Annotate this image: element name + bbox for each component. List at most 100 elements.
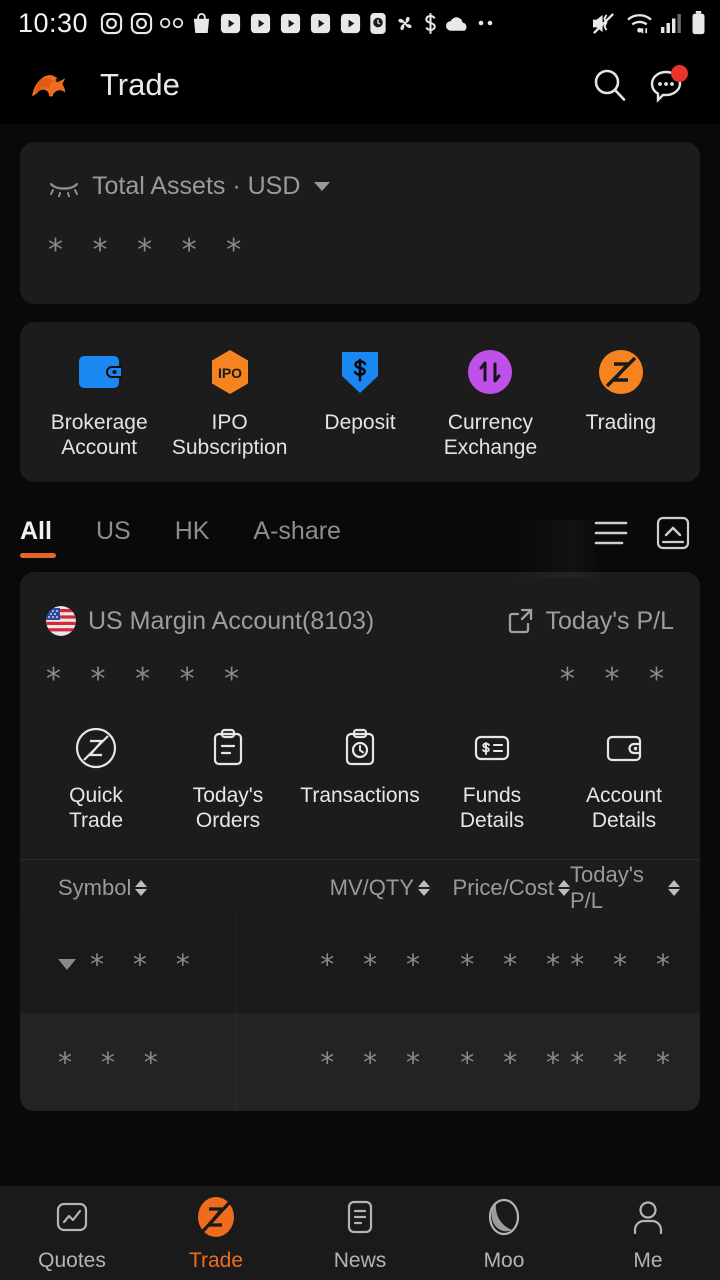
bottom-navigation: Quotes Trade News Moo Me: [0, 1186, 720, 1280]
play-video-icon: [280, 13, 301, 33]
sort-arrows-icon[interactable]: [668, 879, 680, 896]
column-header-mv-qty[interactable]: MV/QTY: [270, 875, 430, 901]
profile-person-icon: [625, 1194, 671, 1240]
sort-arrows-icon[interactable]: [558, 879, 570, 896]
collapse-all-button[interactable]: [646, 506, 700, 560]
total-assets-card[interactable]: Total Assets · USD * * * * *: [20, 142, 700, 304]
action-account-details[interactable]: Account Details: [558, 727, 690, 833]
clipboard-icon: [213, 728, 243, 766]
total-assets-header[interactable]: Total Assets · USD: [48, 172, 672, 201]
action-transactions[interactable]: Transactions: [294, 727, 426, 833]
nav-label: Trade: [188, 1248, 244, 1272]
nav-item-news[interactable]: News: [288, 1194, 432, 1273]
triangle-down-icon[interactable]: [58, 958, 76, 970]
action-label: Funds: [462, 784, 522, 807]
nav-label: News: [333, 1248, 387, 1272]
cell-price-cost: * * *: [460, 1045, 570, 1079]
collapse-all-icon: [656, 516, 690, 550]
cell-todays-pl: * * *: [570, 947, 680, 981]
quick-trade-icon: [75, 727, 117, 769]
instagram-icon: [100, 12, 123, 34]
search-icon: [594, 69, 626, 101]
trading-z-icon: [597, 348, 645, 396]
mute-vibrate-icon: [592, 12, 614, 34]
play-video-icon: [310, 13, 331, 33]
app-header: Trade: [0, 46, 720, 124]
status-bar-time: 10:30: [18, 7, 89, 38]
total-assets-value: * * * * *: [48, 233, 252, 268]
quick-action-brokerage-account[interactable]: Brokerage Account: [34, 348, 164, 460]
quick-action-deposit[interactable]: Deposit: [295, 348, 425, 460]
shopping-bag-icon: [193, 12, 210, 33]
nav-item-quotes[interactable]: Quotes: [0, 1194, 144, 1273]
nav-label: Moo: [483, 1248, 525, 1272]
tab-hk[interactable]: HK: [175, 517, 210, 560]
eye-hidden-icon[interactable]: [48, 177, 80, 197]
nav-item-me[interactable]: Me: [576, 1194, 720, 1273]
status-bar: 10:30: [0, 0, 720, 46]
currency-exchange-icon: [466, 348, 514, 396]
column-header-price-cost[interactable]: Price/Cost: [430, 875, 570, 901]
action-quick-trade[interactable]: Quick Trade: [30, 727, 162, 833]
cell-price-cost: * * *: [460, 947, 570, 981]
tab-us[interactable]: US: [96, 517, 131, 560]
page-title: Trade: [100, 67, 180, 102]
cell-mv-qty: * * *: [320, 1045, 430, 1079]
column-header-todays-pl[interactable]: Today's P/L: [570, 862, 700, 914]
tab-a-share[interactable]: A-share: [253, 517, 341, 560]
ipo-hexagon-icon: IPO: [206, 348, 254, 396]
news-document-icon: [337, 1194, 383, 1240]
deposit-shield-icon: [336, 348, 384, 396]
clock-app-icon: [370, 12, 386, 34]
nav-label: Quotes: [38, 1248, 106, 1272]
battery-icon: [692, 11, 705, 35]
quick-action-trading[interactable]: Trading: [556, 348, 686, 460]
status-bar-system-icons: [590, 11, 706, 36]
account-pl-value: * * *: [559, 662, 674, 697]
total-assets-label: Total Assets · USD: [92, 172, 301, 200]
trade-screen: 10:30 Trade Total Assets · USD * * * * *…: [0, 0, 720, 1280]
account-card: US Margin Account(8103) Today's P/L * * …: [20, 572, 700, 1111]
account-actions-row: Quick Trade Today's Orders Transactions Fu…: [20, 697, 700, 859]
tab-bar-gradient: [512, 520, 602, 578]
quick-action-label: Currency: [447, 411, 534, 434]
account-name: US Margin Account(8103): [88, 606, 375, 635]
cell-symbol: * * *: [58, 1045, 168, 1079]
play-video-icon: [250, 13, 271, 33]
moomoo-bull-logo: [32, 75, 66, 97]
sort-arrows-icon[interactable]: [418, 879, 430, 896]
action-label: Today's: [192, 784, 264, 807]
clipboard-clock-icon: [345, 728, 375, 766]
chevron-down-icon[interactable]: [314, 182, 331, 191]
chat-button[interactable]: [638, 57, 694, 113]
tab-all[interactable]: All: [20, 517, 56, 560]
play-video-icon: [220, 13, 241, 33]
search-button[interactable]: [582, 57, 638, 113]
nav-item-moo[interactable]: Moo: [432, 1194, 576, 1273]
table-row[interactable]: * * * * * * * * * * * *: [20, 1013, 700, 1111]
todays-pl-link[interactable]: Today's P/L: [507, 607, 674, 636]
action-funds-details[interactable]: Funds Details: [426, 727, 558, 833]
quotes-chart-icon: [49, 1194, 95, 1240]
quick-action-currency-exchange[interactable]: Currency Exchange: [425, 348, 555, 460]
nav-label: Me: [633, 1248, 663, 1272]
wifi-icon: [627, 13, 652, 33]
notification-badge: [671, 65, 688, 82]
table-row[interactable]: * * * * * * * * * * * *: [20, 915, 700, 1013]
cell-symbol: * * *: [90, 947, 200, 981]
sort-arrows-icon[interactable]: [135, 879, 148, 896]
column-header-symbol[interactable]: Symbol: [20, 875, 270, 901]
action-todays-orders[interactable]: Today's Orders: [162, 727, 294, 833]
quick-action-label: Trading: [585, 411, 657, 434]
action-label: Account: [586, 784, 662, 807]
nav-item-trade[interactable]: Trade: [144, 1194, 288, 1273]
action-label: Quick: [69, 784, 123, 807]
external-link-icon: [508, 608, 532, 634]
us-flag-icon: [46, 606, 76, 636]
quick-action-label: Brokerage: [50, 411, 148, 434]
account-card-header[interactable]: US Margin Account(8103) Today's P/L: [20, 572, 700, 636]
trade-z-icon: [193, 1194, 239, 1240]
quick-action-ipo-subscription[interactable]: IPO IPO Subscription: [164, 348, 294, 460]
play-video-icon: [340, 13, 361, 33]
market-tab-bar: All US HK A-share: [0, 496, 720, 560]
